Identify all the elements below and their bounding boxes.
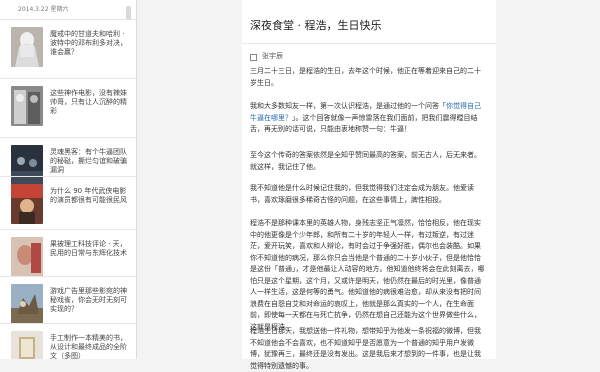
article-paragraph: 三月二十三日，是程浩的生日，去年这个时候，他正在等着迎来自己的二十岁生日。: [250, 67, 481, 87]
list-item[interactable]: 这些神作电影，没有辣妹 帅哥，只有让人沉醉的精彩: [0, 78, 136, 137]
article-pane: 深夜食堂 · 程浩，生日快乐 张宇辰 三月二十三日，是程浩的生日，去年这个时候，…: [242, 0, 496, 370]
list-item-title: 这些神作电影，没有辣妹 帅哥，只有让人沉醉的精彩: [50, 89, 127, 115]
list-item-title: 游戏广告里那些影宛的神秘戏雀，你会无时无刻可实现的？: [50, 287, 127, 313]
list-item[interactable]: 魔戒中的甘道夫和哈利 · 波特中的邓布利多对决，谁会赢？: [0, 19, 136, 78]
list-item-title: 手工制作一本精美的书，从设计和最终成品的全阶文（多图）: [50, 334, 127, 359]
list-item-title: 魔戒中的甘道夫和哈利 · 波特中的邓布利多对决，谁会赢？: [50, 30, 127, 56]
list-item-title: 为什么 90 年代武侠电影的演员都很有可能很民风: [50, 187, 127, 204]
article-paragraph: 程浩生日那天，我想送他一件礼物，想带知乎为他发一条祝福的微博，但我不知道他会不会…: [250, 327, 481, 370]
list-item-title: 果被理工科技评论 · 天，民用的日常与东辉化技术: [50, 240, 127, 257]
article-paragraph: 程浩不是那种课本里的英雄人物，身残志坚正气凛然，恰恰相反，他在现实中的他更像是个…: [250, 219, 485, 331]
article-paragraph: 至今这个传奇的答案依然是全知乎赞同最高的答案，前无古人，后无来者。就这样，我记住…: [250, 151, 481, 171]
divider: [242, 43, 496, 44]
article-title: 深夜食堂 · 程浩，生日快乐: [250, 19, 382, 32]
list-item-title: 灵魂黑客：有个牛逼团队的秘鞑，撕烂匀谊和破骗漏洞: [50, 148, 127, 174]
scrollbar[interactable]: [126, 6, 131, 20]
article-author[interactable]: 张宇辰: [262, 51, 283, 61]
list-item[interactable]: 为什么 90 年代武侠电影的演员都很有可能很民风: [0, 176, 136, 235]
sidebar-date: 2014.3.22 星期六: [18, 6, 69, 13]
thumbnail-image: [11, 86, 43, 126]
thumbnail-image: [11, 184, 43, 224]
article-paragraph: 我不知道他是什么时候记住我的，但我觉得我们注定会成为朋友。他爱读书，喜欢琢磨很多…: [250, 184, 474, 204]
thumbnail-image: [11, 27, 43, 67]
article-list-sidebar: 2014.3.22 星期六 魔戒中的甘道夫和哈利 · 波特中的邓布利多对决，谁会…: [0, 0, 137, 359]
thumbnail-image: [11, 237, 43, 277]
list-item[interactable]: 手工制作一本精美的书，从设计和最终成品的全阶文（多图）: [0, 323, 136, 359]
thumbnail-image: [11, 331, 43, 359]
article-paragraph: 我和大多数知友一样，第一次认识程浩，是通过他的一个问答「你觉得自己牛逼在哪里？」…: [250, 101, 486, 136]
paragraph-text: 我和大多数知友一样，第一次认识程浩，是通过他的一个问答「: [250, 102, 446, 110]
user-icon: [250, 54, 257, 61]
thumbnail-image: [11, 284, 43, 324]
